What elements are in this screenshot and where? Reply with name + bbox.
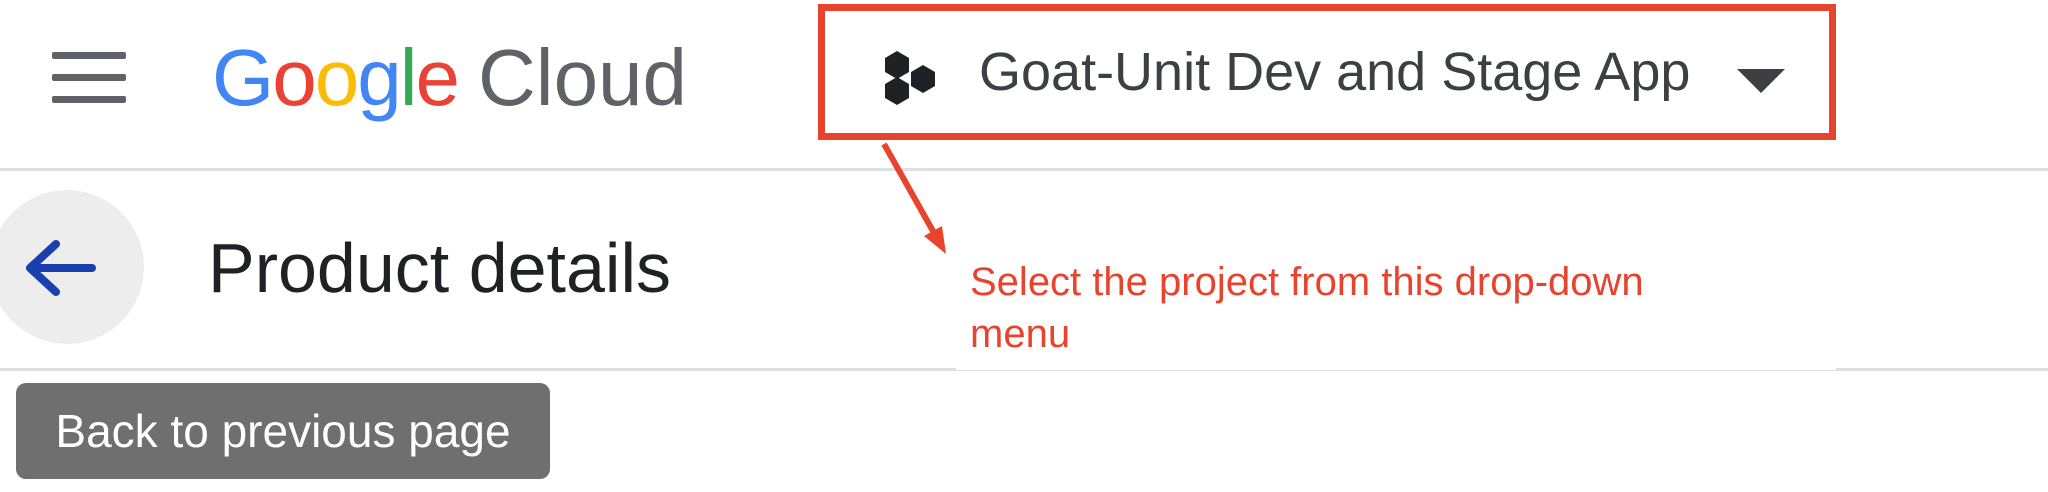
google-cloud-logo[interactable]: Google Cloud bbox=[212, 28, 687, 128]
annotation-text: Select the project from this drop-down m… bbox=[970, 260, 1644, 356]
google-wordmark: Google bbox=[212, 33, 460, 122]
menu-line bbox=[52, 96, 126, 103]
caret-down-icon bbox=[1737, 69, 1785, 93]
project-selector-dropdown[interactable]: Goat-Unit Dev and Stage App bbox=[818, 4, 1836, 140]
top-app-bar: Google Cloud Goat-Unit Dev and Stage App bbox=[0, 0, 2048, 171]
arrow-back-icon bbox=[26, 240, 96, 296]
hexagon-cluster-icon bbox=[885, 51, 935, 105]
hamburger-menu-icon[interactable] bbox=[52, 52, 126, 103]
page-title: Product details bbox=[208, 229, 672, 307]
cloud-wordmark: Cloud bbox=[478, 33, 688, 122]
back-to-previous-page-button[interactable]: Back to previous page bbox=[16, 383, 550, 479]
menu-line bbox=[52, 52, 126, 59]
menu-line bbox=[52, 74, 126, 81]
project-name: Goat-Unit Dev and Stage App bbox=[979, 42, 1691, 102]
header-divider bbox=[0, 168, 2048, 171]
back-arrow-button[interactable] bbox=[0, 190, 144, 344]
